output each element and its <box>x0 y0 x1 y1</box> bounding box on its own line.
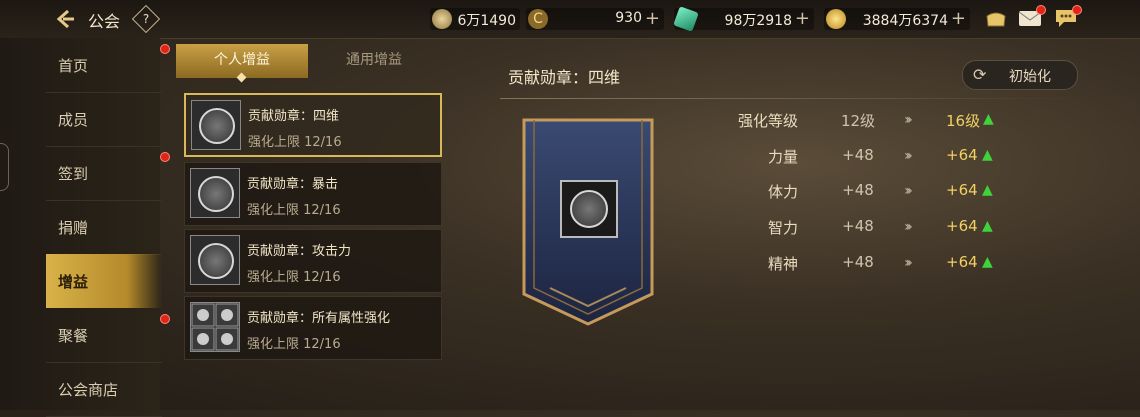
add-crystal-button[interactable]: + <box>795 8 810 29</box>
stat-current: +48 <box>842 146 874 164</box>
reset-button[interactable]: ⟳ 初始化 <box>962 60 1078 90</box>
buff-tabs: 个人增益 通用增益 <box>176 44 440 83</box>
chat-badge <box>1072 5 1082 15</box>
add-gold-button[interactable]: + <box>951 8 966 29</box>
c-coin-icon: C <box>528 9 548 29</box>
reset-button-label: 初始化 <box>1009 69 1051 85</box>
sidebar-item-home[interactable]: 首页 <box>46 38 170 93</box>
stat-next: +64 <box>946 181 978 199</box>
stat-row-stamina: 体力 +48 ››› +64 ▲ <box>700 181 1040 211</box>
stat-row-spirit: 精神 +48 ››› +64 ▲ <box>700 253 1040 283</box>
buff-card-four-stats[interactable]: 贡献勋章：四维 强化上限 12/16 <box>184 93 442 157</box>
guild-sidebar: 首页 成员 签到 捐赠 增益 聚餐 公会商店 <box>0 38 170 417</box>
green-crystal-icon <box>673 6 699 32</box>
buff-name: 贡献勋章：所有属性强化 <box>247 311 391 326</box>
triple-chevron-icon: ››› <box>904 219 913 235</box>
refresh-icon: ⟳ <box>973 65 987 84</box>
chat-icon[interactable] <box>1054 5 1082 28</box>
detail-title: 贡献勋章：四维 <box>508 68 621 87</box>
triple-chevron-icon: ››› <box>904 255 913 271</box>
all-attributes-icon <box>190 302 240 352</box>
sidebar-item-label: 签到 <box>58 165 89 183</box>
mail-badge <box>1036 5 1046 15</box>
increase-arrow-icon: ▲ <box>982 147 993 163</box>
increase-arrow-icon: ▲ <box>983 111 994 127</box>
buff-limit: 强化上限 12/16 <box>247 337 341 352</box>
sidebar-item-donate[interactable]: 捐赠 <box>46 200 162 255</box>
sidebar-item-label: 增益 <box>58 273 89 291</box>
mail-icon[interactable] <box>1018 5 1046 28</box>
sidebar-item-guild-shop[interactable]: 公会商店 <box>46 362 162 417</box>
four-stats-medal-icon <box>191 100 241 150</box>
stat-next: +64 <box>946 146 978 164</box>
stat-name: 强化等级 <box>737 112 798 130</box>
page-title: 公会 <box>88 12 121 31</box>
stat-name: 智力 <box>767 219 798 237</box>
side-handle[interactable] <box>0 143 9 191</box>
buff-name: 贡献勋章：四维 <box>248 109 340 124</box>
resource-value: 3884万6374 <box>862 13 948 29</box>
tab-general-buffs[interactable]: 通用增益 <box>308 44 440 78</box>
notification-badge <box>160 44 170 54</box>
stat-next: 16级 <box>946 112 981 130</box>
stat-next: +64 <box>946 253 978 271</box>
resource-value: 98万2918 <box>724 13 792 29</box>
stat-current: 12级 <box>840 112 876 130</box>
treasure-bag-icon[interactable] <box>984 8 1008 28</box>
help-icon: ? <box>142 12 150 26</box>
stat-row-intelligence: 智力 +48 ››› +64 ▲ <box>700 217 1040 247</box>
buff-card-attack[interactable]: 贡献勋章：攻击力 强化上限 12/16 <box>184 229 442 293</box>
increase-arrow-icon: ▲ <box>982 254 993 270</box>
triple-chevron-icon: ››› <box>904 183 913 199</box>
buff-limit: 强化上限 12/16 <box>247 270 341 285</box>
sidebar-item-label: 聚餐 <box>58 327 89 345</box>
crit-medal-icon <box>190 168 240 218</box>
resource-value: 6万1490 <box>457 13 516 29</box>
sidebar-item-checkin[interactable]: 签到 <box>46 146 170 201</box>
add-currency-button[interactable]: + <box>645 8 660 29</box>
back-arrow-icon[interactable] <box>54 8 76 30</box>
gold-coin-icon <box>826 9 846 29</box>
increase-arrow-icon: ▲ <box>982 218 993 234</box>
stat-current: +48 <box>842 253 874 271</box>
stat-current: +48 <box>842 181 874 199</box>
attack-medal-icon <box>190 235 240 285</box>
sidebar-item-label: 首页 <box>58 57 89 75</box>
stat-row-level: 强化等级 12级 ››› 16级 ▲ <box>700 110 1040 140</box>
sun-badge-icon <box>432 9 452 29</box>
buff-card-all-attributes[interactable]: 贡献勋章：所有属性强化 强化上限 12/16 <box>184 296 442 360</box>
stat-row-strength: 力量 +48 ››› +64 ▲ <box>700 146 1040 176</box>
triple-chevron-icon: ››› <box>904 148 913 164</box>
stat-current: +48 <box>842 217 874 235</box>
buff-limit: 强化上限 12/16 <box>247 203 341 218</box>
triple-chevron-icon: ››› <box>904 112 913 128</box>
buff-name: 贡献勋章：暴击 <box>247 177 339 192</box>
notification-badge <box>160 314 170 324</box>
sidebar-item-label: 成员 <box>58 111 89 129</box>
buff-name: 贡献勋章：攻击力 <box>247 244 352 259</box>
resource-value: 930 <box>615 10 642 26</box>
resource-power: 6万1490 <box>430 8 520 30</box>
four-stats-medal-large-icon <box>560 180 618 238</box>
stat-next: +64 <box>946 217 978 235</box>
top-bar: 公会 ? 6万1490 C 930 + 98万2918 + 3884万6374 … <box>0 0 1140 39</box>
stat-name: 力量 <box>767 148 798 166</box>
increase-arrow-icon: ▲ <box>982 182 993 198</box>
help-button[interactable]: ? <box>131 4 161 34</box>
resource-crystal: 98万2918 + <box>673 6 814 32</box>
resource-currency-c: C 930 + <box>526 8 664 30</box>
sidebar-item-label: 公会商店 <box>58 381 119 399</box>
sidebar-item-label: 捐赠 <box>58 219 89 237</box>
stat-name: 精神 <box>767 255 798 273</box>
notification-badge <box>160 152 170 162</box>
stat-name: 体力 <box>767 183 798 201</box>
sidebar-item-feast[interactable]: 聚餐 <box>46 308 170 363</box>
sidebar-item-members[interactable]: 成员 <box>46 92 162 147</box>
buff-card-crit[interactable]: 贡献勋章：暴击 强化上限 12/16 <box>184 162 442 226</box>
buff-limit: 强化上限 12/16 <box>248 135 342 150</box>
divider <box>500 98 1080 99</box>
sidebar-item-buffs[interactable]: 增益 <box>46 254 162 308</box>
resource-gold: 3884万6374 + <box>824 8 970 30</box>
